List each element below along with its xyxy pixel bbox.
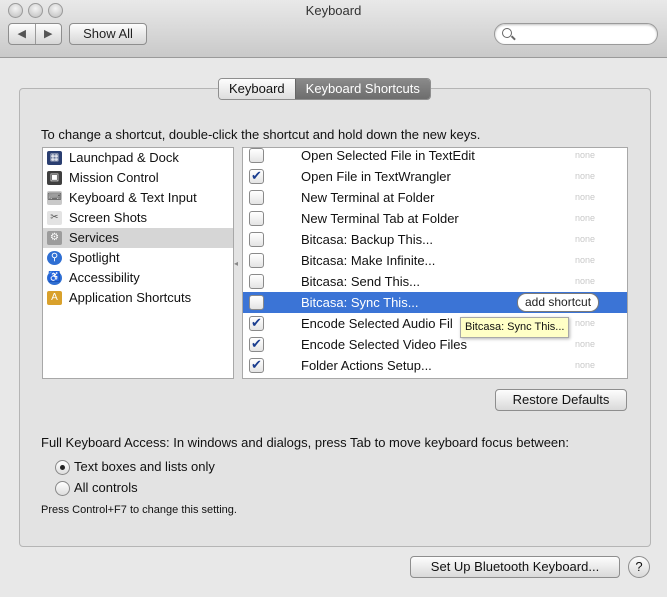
shortcut-checkbox[interactable] xyxy=(249,355,264,376)
shortcut-row-selected[interactable]: Bitcasa: Sync This... add shortcut xyxy=(243,292,627,313)
show-all-button[interactable]: Show All xyxy=(69,23,147,45)
gear-icon: ⚙ xyxy=(47,231,62,245)
category-list: ▦ Launchpad & Dock ▣ Mission Control ⌨ K… xyxy=(42,147,234,379)
category-item[interactable]: ▦ Launchpad & Dock xyxy=(43,148,233,168)
window-title: Keyboard xyxy=(305,3,362,18)
add-shortcut-button[interactable]: add shortcut xyxy=(517,293,600,312)
shortcut-row[interactable]: Bitcasa: Send This... none xyxy=(243,271,627,292)
restore-defaults-button[interactable]: Restore Defaults xyxy=(495,389,627,411)
full-keyboard-access-label: Full Keyboard Access: In windows and dia… xyxy=(41,435,569,450)
back-forward-control: ◀ ▶ xyxy=(8,23,62,45)
tab-keyboard-shortcuts[interactable]: Keyboard Shortcuts xyxy=(294,79,430,99)
shortcut-row[interactable]: Bitcasa: Backup This... none xyxy=(243,229,627,250)
category-item-services[interactable]: ⚙ Services xyxy=(43,228,233,248)
shortcut-checkbox[interactable] xyxy=(249,232,264,247)
title-bar: Keyboard ◀ ▶ Show All xyxy=(0,0,667,58)
keyboard-access-note: Press Control+F7 to change this setting. xyxy=(41,504,237,516)
shortcut-checkbox[interactable] xyxy=(249,253,264,268)
search-input[interactable] xyxy=(517,25,651,44)
app-shortcuts-icon: A xyxy=(47,291,62,305)
radio-label[interactable]: All controls xyxy=(74,480,138,495)
category-item[interactable]: ⌨ Keyboard & Text Input xyxy=(43,188,233,208)
shortcut-checkbox[interactable] xyxy=(249,166,264,187)
category-item[interactable]: ⚲ Spotlight xyxy=(43,248,233,268)
shortcut-list: Open Selected File in TextEdit none Open… xyxy=(242,147,628,379)
shortcut-row[interactable]: Bitcasa: Make Infinite... none xyxy=(243,250,627,271)
radio-label[interactable]: Text boxes and lists only xyxy=(74,459,215,474)
splitter-handle[interactable]: ◂ xyxy=(234,259,238,268)
back-icon[interactable]: ◀ xyxy=(9,24,36,44)
shortcut-checkbox[interactable] xyxy=(249,148,264,163)
shortcut-checkbox[interactable] xyxy=(249,274,264,289)
search-field[interactable] xyxy=(494,23,658,45)
category-item[interactable]: ▣ Mission Control xyxy=(43,168,233,188)
mission-control-icon: ▣ xyxy=(47,171,62,185)
tab-keyboard[interactable]: Keyboard xyxy=(219,79,295,99)
tooltip: Bitcasa: Sync This... xyxy=(460,317,570,338)
search-icon xyxy=(502,28,512,38)
shortcut-checkbox[interactable] xyxy=(249,295,264,310)
shortcut-row[interactable]: New Terminal Tab at Folder none xyxy=(243,208,627,229)
shortcut-row[interactable]: Folder Actions Setup... none xyxy=(243,355,627,376)
category-item[interactable]: ✂ Screen Shots xyxy=(43,208,233,228)
shortcut-row[interactable]: Open File in TextWrangler none xyxy=(243,166,627,187)
setup-bluetooth-keyboard-button[interactable]: Set Up Bluetooth Keyboard... xyxy=(410,556,620,578)
shortcut-checkbox[interactable] xyxy=(249,190,264,205)
shortcut-row[interactable]: New Terminal at Folder none xyxy=(243,187,627,208)
help-button[interactable]: ? xyxy=(628,556,650,578)
tab-bar: Keyboard Keyboard Shortcuts xyxy=(218,78,431,100)
radio-all-controls[interactable] xyxy=(55,481,70,496)
category-item[interactable]: ♿ Accessibility xyxy=(43,268,233,288)
instruction-text: To change a shortcut, double-click the s… xyxy=(41,127,481,142)
forward-icon[interactable]: ▶ xyxy=(36,24,62,44)
accessibility-icon: ♿ xyxy=(47,271,62,285)
shortcut-checkbox[interactable] xyxy=(249,313,264,334)
launchpad-icon: ▦ xyxy=(47,151,62,165)
keyboard-icon: ⌨ xyxy=(47,191,62,205)
shortcut-checkbox[interactable] xyxy=(249,334,264,355)
spotlight-icon: ⚲ xyxy=(47,251,62,265)
shortcut-checkbox[interactable] xyxy=(249,211,264,226)
screenshot-icon: ✂ xyxy=(47,211,62,225)
shortcut-row[interactable]: Open Selected File in TextEdit none xyxy=(243,148,627,166)
radio-text-boxes[interactable] xyxy=(55,460,70,475)
category-item[interactable]: A Application Shortcuts xyxy=(43,288,233,308)
